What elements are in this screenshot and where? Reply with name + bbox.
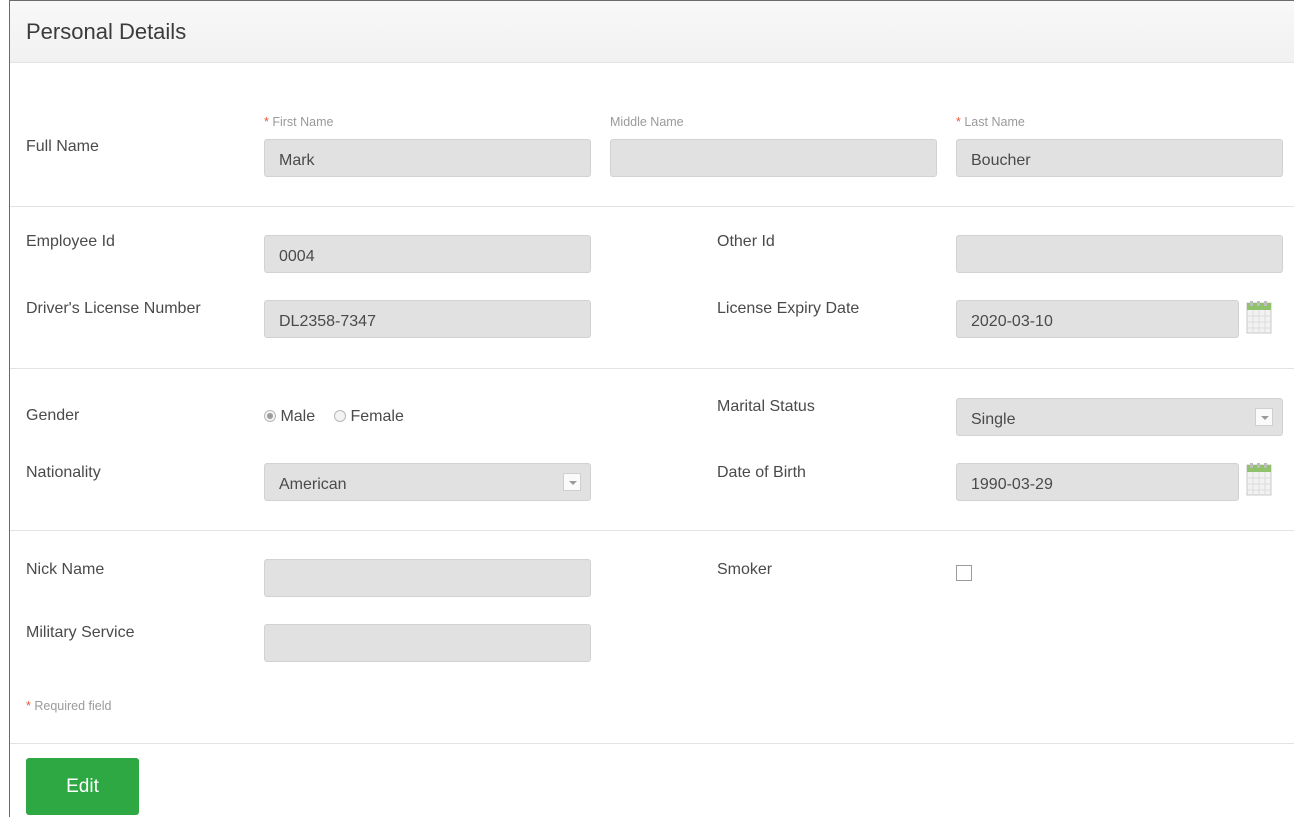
first-name-label: * First Name <box>264 115 333 129</box>
nick-name-field[interactable] <box>264 559 591 597</box>
license-expiry-label: License Expiry Date <box>717 300 860 317</box>
smoker-label: Smoker <box>717 561 773 578</box>
full-name-label: Full Name <box>26 138 99 155</box>
other-id-label: Other Id <box>717 233 775 250</box>
nick-name-label: Nick Name <box>26 561 105 578</box>
required-note-text: Required field <box>34 699 112 713</box>
dob-field[interactable]: 1990-03-29 <box>956 463 1239 501</box>
first-name-label-text: First Name <box>272 115 334 129</box>
chevron-down-icon <box>563 473 581 491</box>
section-divider <box>10 530 1294 531</box>
calendar-icon[interactable] <box>1246 300 1272 335</box>
dob-label: Date of Birth <box>717 464 806 481</box>
calendar-icon[interactable] <box>1246 462 1272 497</box>
section-divider <box>10 368 1294 369</box>
section-divider <box>10 206 1294 207</box>
panel-title: Personal Details <box>26 19 187 44</box>
last-name-label-text: Last Name <box>964 115 1025 129</box>
license-number-field[interactable]: DL2358-7347 <box>264 300 591 338</box>
middle-name-field[interactable] <box>610 139 937 177</box>
marital-status-select[interactable]: Single <box>956 398 1283 436</box>
employee-id-field[interactable]: 0004 <box>264 235 591 273</box>
panel-header: Personal Details <box>10 1 1294 63</box>
required-mark: * <box>26 699 31 713</box>
gender-label: Gender <box>26 407 80 424</box>
gender-radio-group: Male Female <box>264 408 404 426</box>
gender-male-radio[interactable] <box>264 410 276 422</box>
first-name-field[interactable]: Mark <box>264 139 591 177</box>
gender-female-radio[interactable] <box>334 410 347 422</box>
marital-status-value: Single <box>971 411 1016 428</box>
last-name-field[interactable]: Boucher <box>956 139 1283 177</box>
license-number-label: Driver's License Number <box>26 300 201 317</box>
military-service-field[interactable] <box>264 624 591 662</box>
other-id-field[interactable] <box>956 235 1283 273</box>
marital-status-label: Marital Status <box>717 398 815 415</box>
nationality-label: Nationality <box>26 464 101 481</box>
edit-button[interactable]: Edit <box>26 758 139 815</box>
required-mark: * <box>956 115 961 129</box>
gender-female-label[interactable]: Female <box>351 408 404 425</box>
nationality-value: American <box>279 476 347 493</box>
employee-id-label: Employee Id <box>26 233 115 250</box>
nationality-select[interactable]: American <box>264 463 591 501</box>
military-service-label: Military Service <box>26 624 135 641</box>
section-divider <box>10 743 1294 744</box>
required-field-note: * Required field <box>26 699 112 713</box>
middle-name-label: Middle Name <box>610 115 684 129</box>
gender-male-label[interactable]: Male <box>280 408 315 425</box>
required-mark: * <box>264 115 269 129</box>
last-name-label: * Last Name <box>956 115 1025 129</box>
personal-details-panel: Personal Details Full Name * First Name … <box>9 0 1294 817</box>
chevron-down-icon <box>1255 408 1273 426</box>
license-expiry-field[interactable]: 2020-03-10 <box>956 300 1239 338</box>
smoker-checkbox[interactable] <box>956 565 972 581</box>
